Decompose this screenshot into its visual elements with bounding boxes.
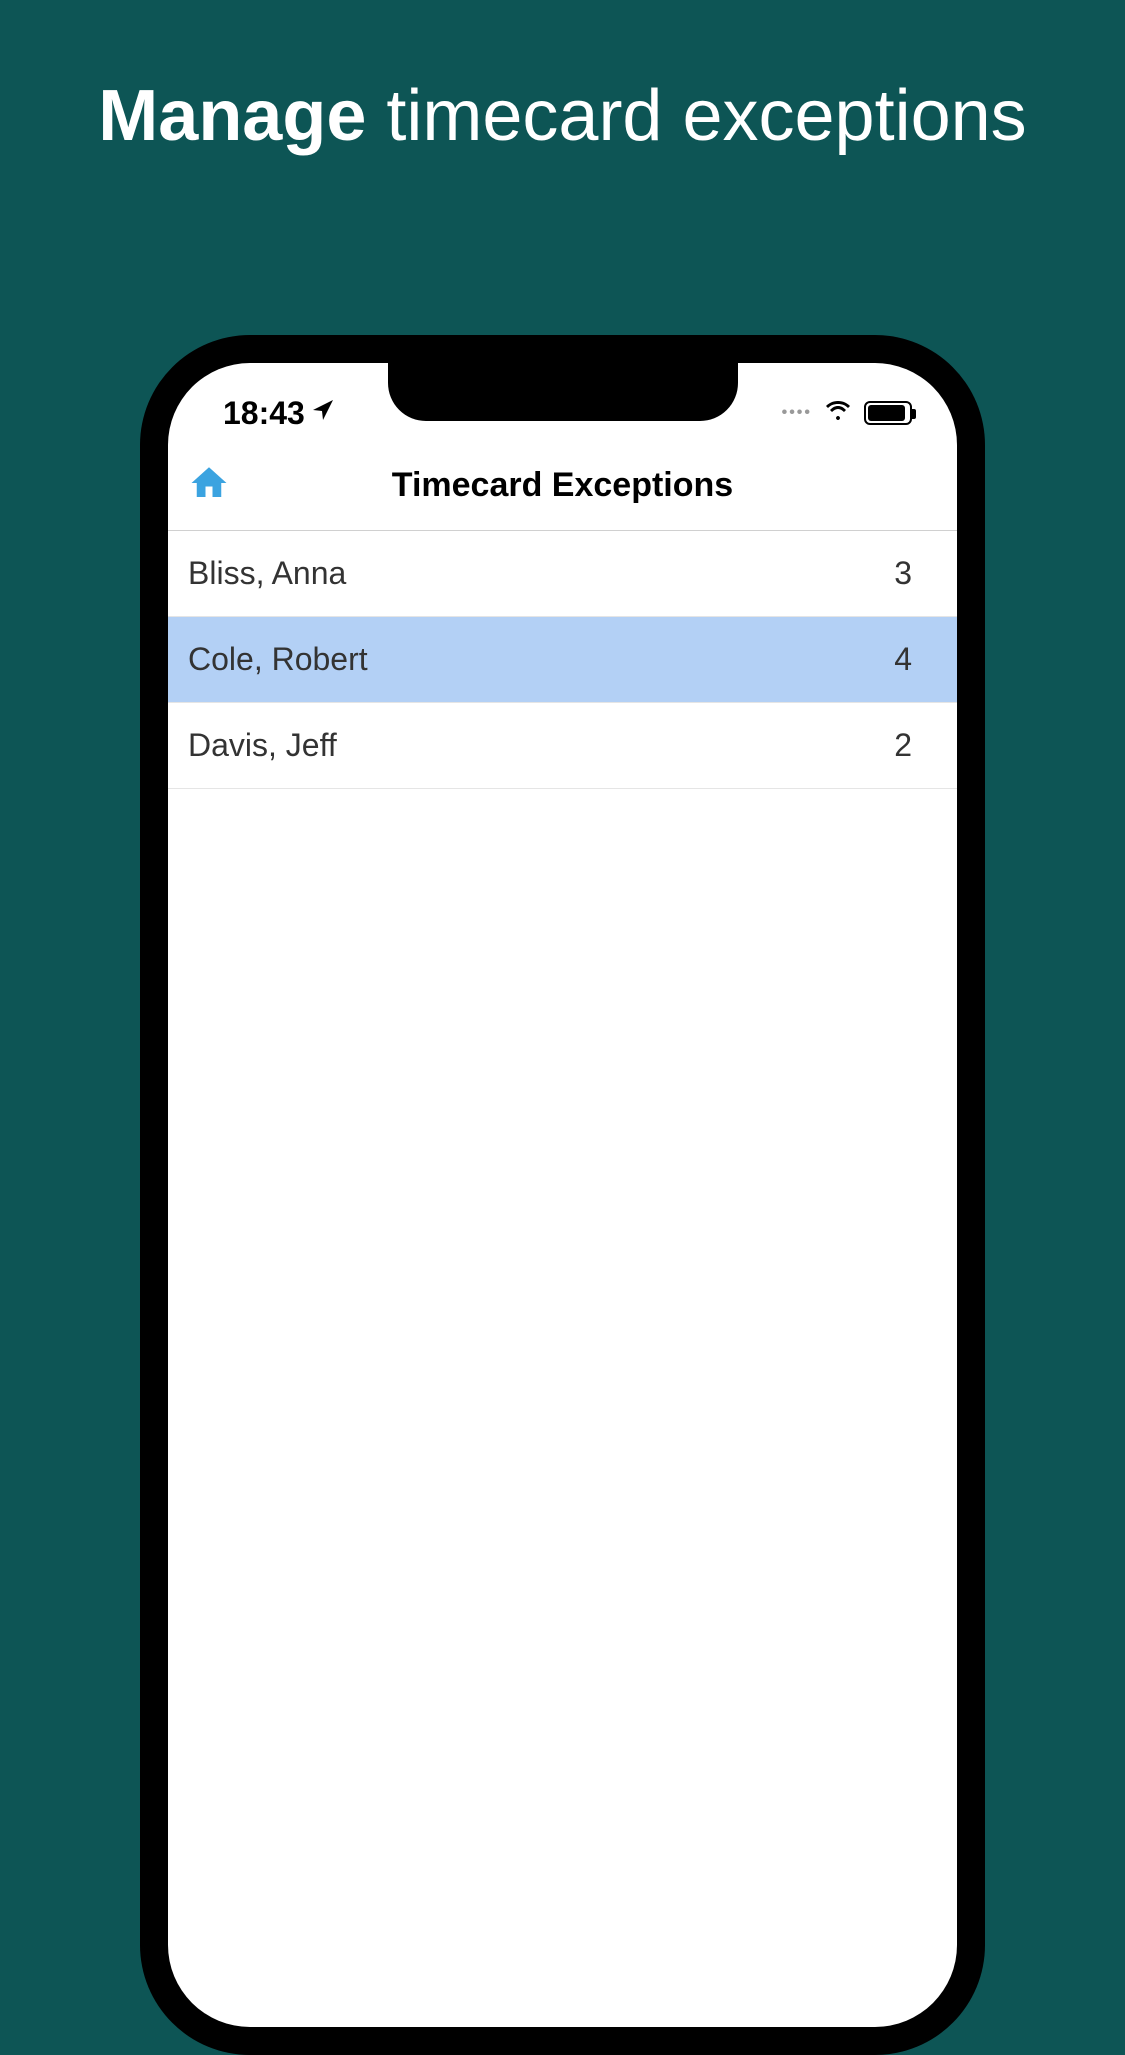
signal-dots-icon: •••• (782, 404, 812, 422)
nav-bar: Timecard Exceptions (168, 448, 957, 531)
status-left: 18:43 (223, 395, 335, 432)
phone-notch (388, 363, 738, 421)
promo-title-bold: Manage (98, 76, 366, 156)
item-name: Cole, Robert (188, 641, 368, 678)
home-icon[interactable] (188, 462, 230, 509)
exceptions-list: Bliss, Anna 3 Cole, Robert 4 Davis, Jeff… (168, 531, 957, 789)
item-name: Davis, Jeff (188, 727, 337, 764)
list-item[interactable]: Davis, Jeff 2 (168, 703, 957, 789)
nav-title: Timecard Exceptions (188, 466, 937, 505)
item-count: 4 (894, 641, 912, 678)
wifi-icon (824, 398, 852, 429)
item-count: 2 (894, 727, 912, 764)
battery-fill (868, 405, 905, 421)
item-count: 3 (894, 555, 912, 592)
location-arrow-icon (311, 398, 335, 429)
status-right: •••• (782, 398, 912, 429)
promo-title: Manage timecard exceptions (0, 0, 1125, 158)
battery-icon (864, 401, 912, 425)
phone-screen: 18:43 •••• (168, 363, 957, 2027)
item-name: Bliss, Anna (188, 555, 346, 592)
promo-title-rest: timecard exceptions (366, 76, 1026, 156)
phone-frame: 18:43 •••• (140, 335, 985, 2055)
list-item[interactable]: Bliss, Anna 3 (168, 531, 957, 617)
list-item[interactable]: Cole, Robert 4 (168, 617, 957, 703)
status-time: 18:43 (223, 395, 305, 432)
